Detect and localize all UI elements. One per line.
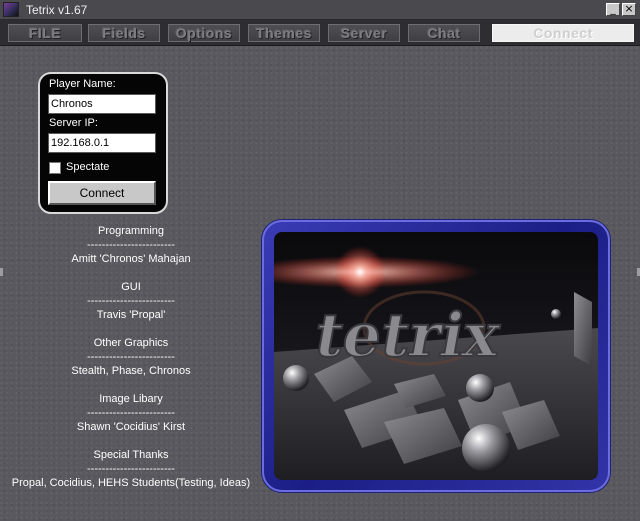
credit-divider: ------------------------: [87, 239, 175, 251]
connect-button[interactable]: Connect: [48, 181, 156, 205]
app-icon: [3, 2, 19, 17]
title-bar: Tetrix v1.67 _ ×: [0, 0, 640, 20]
credit-divider: ------------------------: [87, 407, 175, 419]
server-ip-label: Server IP:: [49, 117, 98, 129]
splash-artwork: tetrix: [274, 232, 598, 480]
tab-file[interactable]: FILE: [8, 24, 82, 42]
minimize-button[interactable]: _: [606, 3, 620, 16]
credit-section-special-thanks: Special Thanks ------------------------ …: [0, 448, 262, 490]
splash-logo-text: tetrix: [310, 300, 507, 370]
credit-names: Propal, Cocidius, HEHS Students(Testing,…: [11, 477, 251, 489]
window-title: Tetrix v1.67: [26, 3, 88, 17]
spectate-label: Spectate: [66, 161, 110, 173]
credit-heading: Programming: [97, 225, 165, 237]
splash-image: tetrix: [274, 232, 598, 480]
credit-heading: Other Graphics: [93, 337, 169, 349]
tab-options[interactable]: Options: [168, 24, 240, 42]
tab-connect[interactable]: Connect: [492, 24, 634, 42]
player-name-label: Player Name:: [49, 78, 116, 90]
credit-names: Travis 'Propal': [96, 309, 166, 321]
credit-section-image-library: Image Libary ------------------------ Sh…: [0, 392, 262, 448]
credit-heading: Special Thanks: [93, 449, 169, 461]
tab-themes[interactable]: Themes: [248, 24, 320, 42]
tab-chat[interactable]: Chat: [408, 24, 480, 42]
player-name-input[interactable]: [48, 94, 156, 114]
credit-heading: Image Libary: [99, 393, 163, 405]
credit-divider: ------------------------: [87, 351, 175, 363]
connect-panel: Player Name: Server IP: Spectate Connect: [38, 72, 168, 214]
tab-fields[interactable]: Fields: [88, 24, 160, 42]
splash-frame: tetrix: [262, 220, 610, 492]
close-button[interactable]: ×: [622, 3, 636, 16]
server-ip-input[interactable]: [48, 133, 156, 153]
credit-heading: GUI: [121, 281, 141, 293]
spectate-checkbox[interactable]: [49, 162, 61, 174]
credit-section-other-graphics: Other Graphics ------------------------ …: [0, 336, 262, 392]
credit-divider: ------------------------: [87, 463, 175, 475]
credit-names: Amitt 'Chronos' Mahajan: [71, 253, 191, 265]
credit-section-gui: GUI ------------------------ Travis 'Pro…: [0, 280, 262, 336]
credit-names: Stealth, Phase, Chronos: [71, 365, 191, 377]
credit-names: Shawn 'Cocidius' Kirst: [76, 421, 186, 433]
tab-server[interactable]: Server: [328, 24, 400, 42]
credit-divider: ------------------------: [87, 295, 175, 307]
credits: Programming ------------------------ Ami…: [0, 224, 262, 490]
credit-section-programming: Programming ------------------------ Ami…: [0, 224, 262, 280]
tab-bar: FILE Fields Options Themes Server Chat C…: [0, 20, 640, 46]
